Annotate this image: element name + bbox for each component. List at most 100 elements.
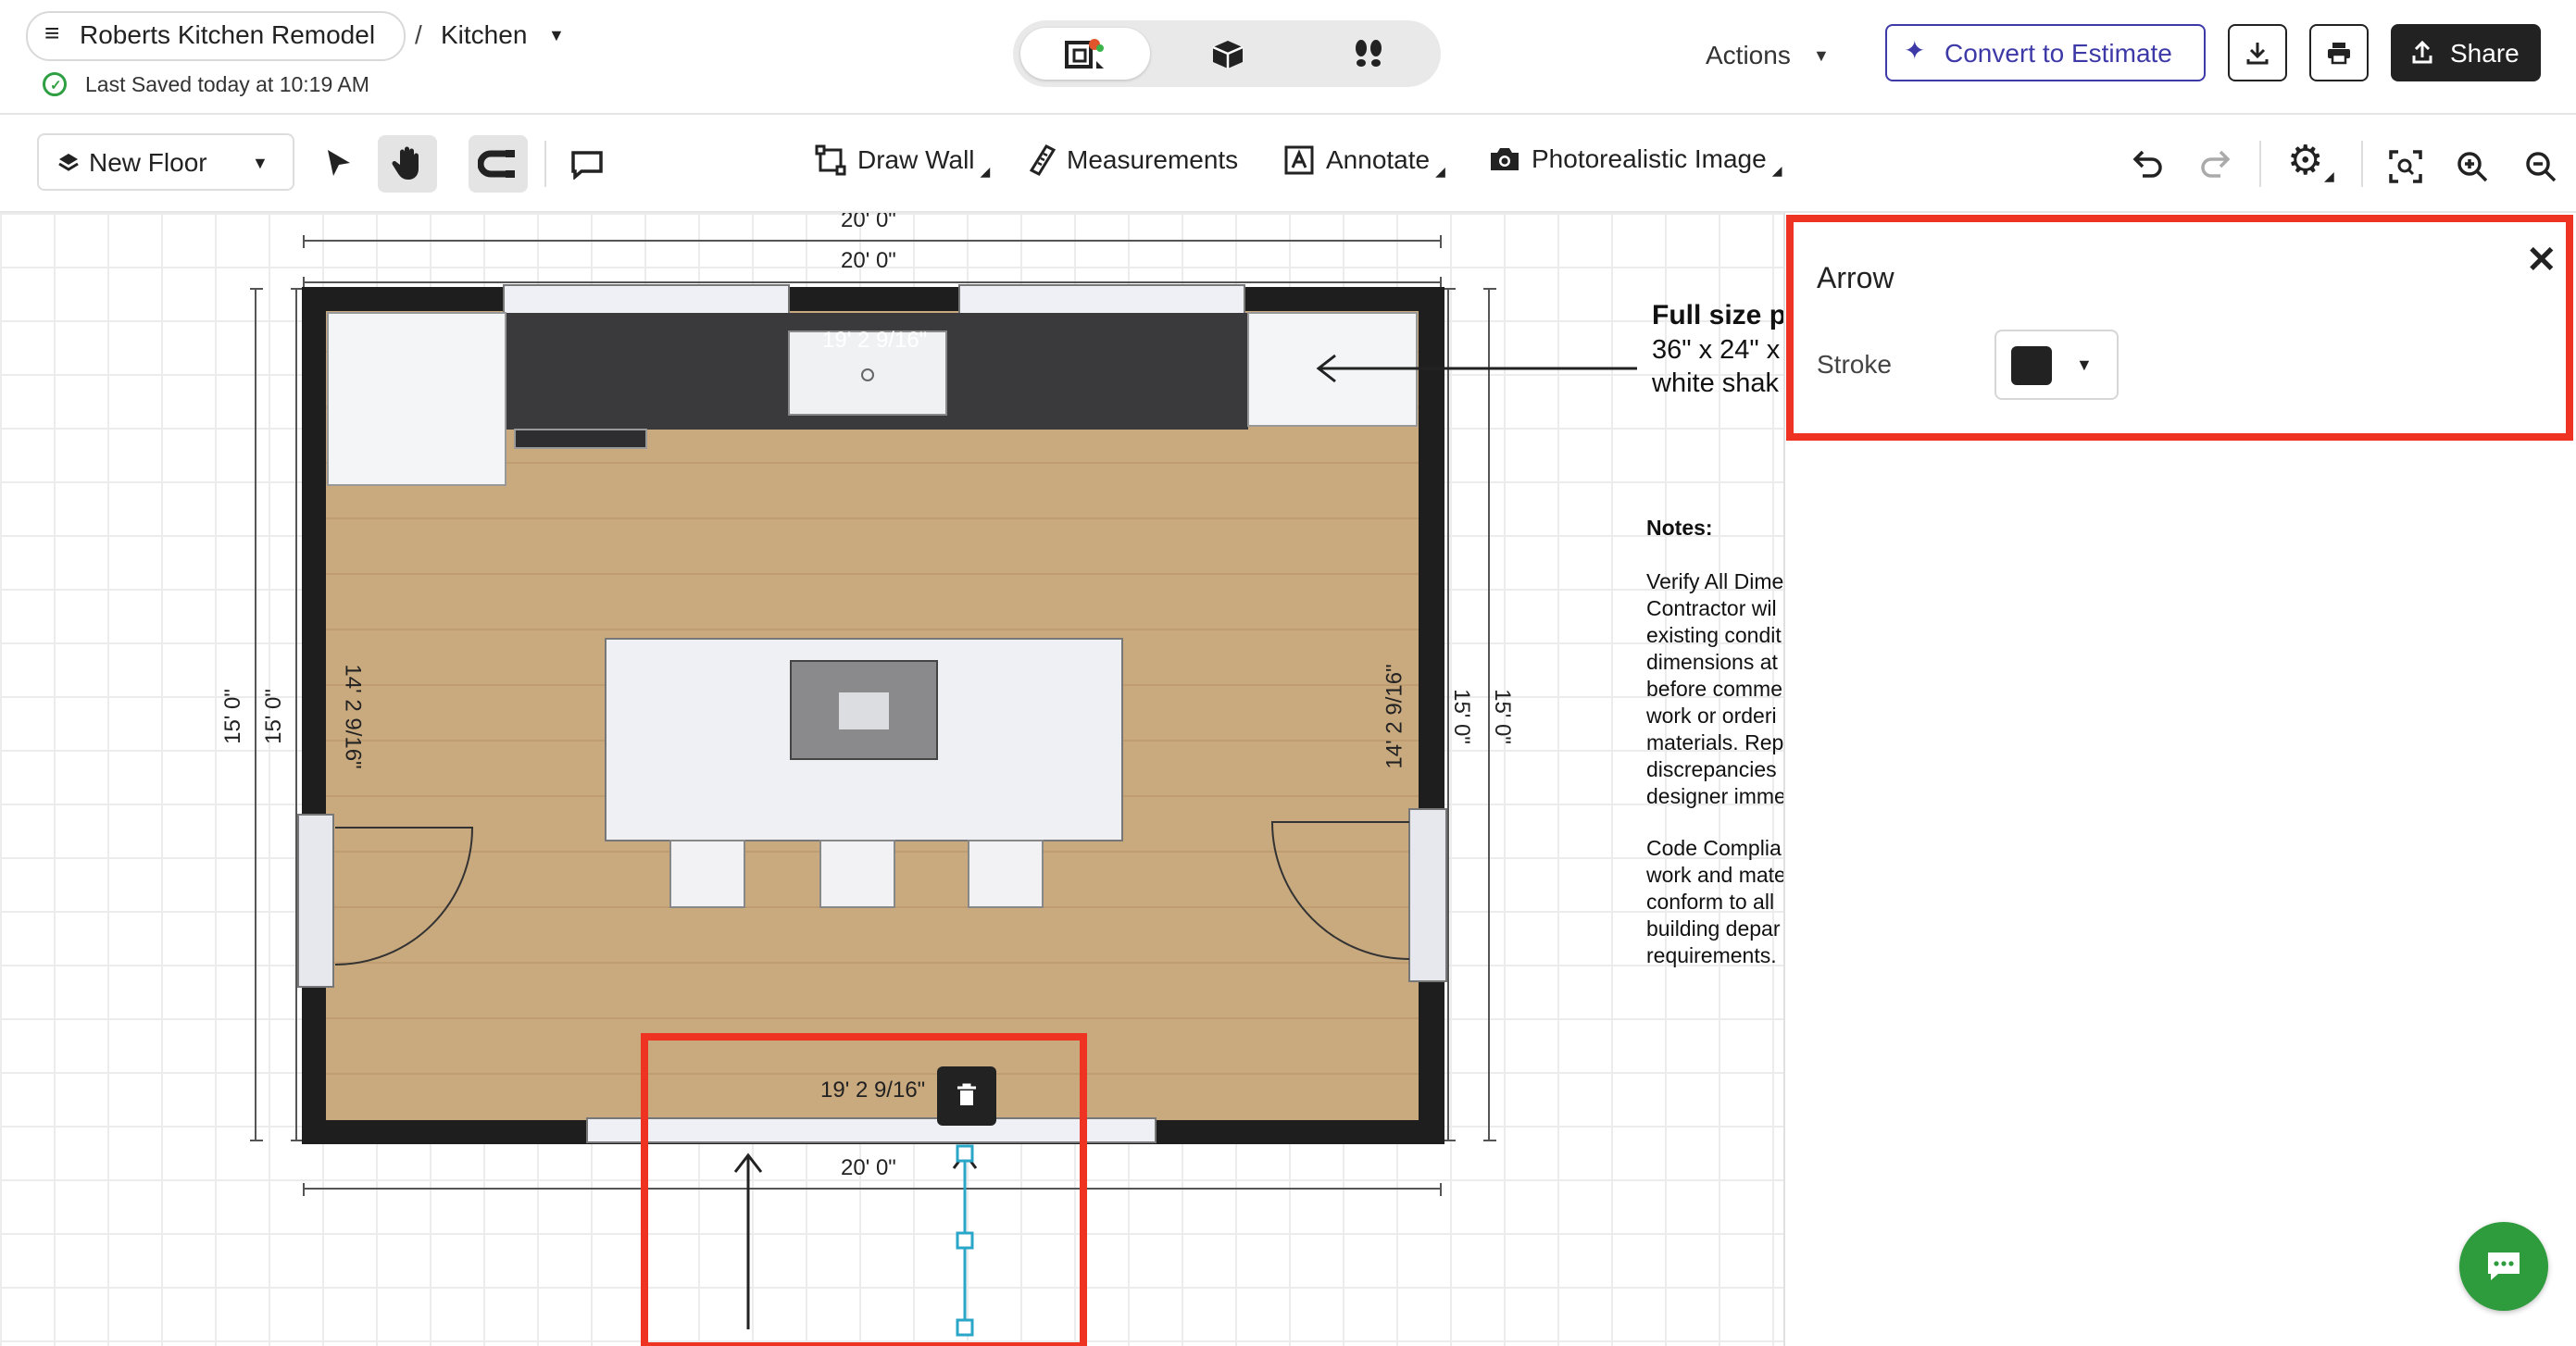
stool-2 — [819, 840, 895, 908]
settings-gear-icon[interactable]: ⚙ — [2287, 137, 2323, 184]
share-label: Share — [2450, 39, 2520, 68]
draw-wall-tool[interactable]: Draw Wall ◢ — [815, 144, 990, 179]
panel-title: Arrow — [1817, 261, 1894, 294]
ruler-icon — [1030, 144, 1056, 176]
door-left — [297, 814, 334, 988]
floor-plan-canvas[interactable]: 20' 0" 20' 0" 19' 2 9/16" 19' 2 9/16" 20… — [0, 213, 1783, 1346]
arrow-bottom-left — [733, 1153, 763, 1329]
walkthrough-footsteps-icon[interactable] — [1352, 39, 1385, 70]
dim-left-inner: 15' 0" — [260, 689, 286, 744]
stroke-dropdown-chevron-icon[interactable]: ▼ — [2076, 355, 2093, 375]
stool-3 — [968, 840, 1044, 908]
room-name[interactable]: Kitchen — [441, 20, 527, 50]
annotate-label: Annotate — [1326, 145, 1431, 174]
dim-right-inner: 15' 0" — [1448, 689, 1474, 744]
notes-line: work or orderi — [1646, 704, 1777, 728]
floor-select-label: New Floor — [89, 148, 207, 177]
dim-left-wall: 14' 2 9/16" — [340, 664, 366, 769]
saved-status: Last Saved today at 10:19 AM — [85, 72, 369, 96]
notes-line: dimensions at — [1646, 650, 1778, 674]
window-top-right — [958, 284, 1245, 316]
dim-top-inner: 20' 0" — [841, 248, 896, 273]
photorealistic-more-icon: ◢ — [1771, 162, 1782, 178]
notes-line: Verify All Dime — [1646, 569, 1783, 593]
properties-panel: Arrow ✕ Stroke ▼ — [1783, 213, 2576, 1346]
notes-line: existing condit — [1646, 623, 1782, 647]
notes-line: designer imme — [1646, 784, 1783, 808]
dim-bottom-selected: 19' 2 9/16" — [820, 1078, 926, 1103]
print-button[interactable] — [2309, 24, 2369, 81]
annotation-line-2[interactable]: white shak — [1652, 370, 1779, 397]
notes-line: before comme — [1646, 677, 1783, 701]
annotate-icon — [1284, 145, 1314, 175]
convert-label: Convert to Estimate — [1945, 39, 2172, 68]
floorplan-2d-icon — [1065, 39, 1104, 69]
notes-line: work and mate — [1646, 863, 1783, 887]
dishwasher — [514, 429, 647, 449]
breadcrumb-separator: / — [415, 20, 422, 49]
pan-hand-icon — [392, 146, 419, 180]
arrow-handle-start — [956, 1144, 974, 1163]
floor-chevron-icon: ▼ — [252, 154, 269, 172]
top-header: ≡ Roberts Kitchen Remodel / Kitchen ▼ ✓ … — [0, 0, 2576, 115]
toolbar-divider — [2259, 141, 2261, 187]
annotate-tool[interactable]: Annotate ◢ — [1283, 144, 1445, 179]
stroke-label: Stroke — [1817, 350, 1892, 379]
photorealistic-image-tool[interactable]: Photorealistic Image ◢ — [1489, 144, 1782, 178]
dim-counter: 19' 2 9/16" — [822, 328, 928, 353]
layers-icon — [58, 154, 79, 171]
notes-line: Code Complia — [1646, 836, 1782, 860]
island-sink-basin — [839, 692, 889, 729]
zoom-out-icon[interactable] — [2524, 150, 2557, 183]
annotation-title[interactable]: Full size p — [1652, 302, 1783, 330]
notes-line: Contractor wil — [1646, 596, 1777, 620]
comment-icon[interactable] — [570, 150, 604, 180]
measurements-label: Measurements — [1067, 145, 1239, 174]
saved-check-icon: ✓ — [43, 72, 67, 96]
camera-icon — [1491, 148, 1519, 170]
draw-wall-more-icon: ◢ — [980, 163, 991, 179]
cabinet-left — [327, 312, 506, 486]
dim-right-wall: 14' 2 9/16" — [1382, 664, 1407, 769]
project-name[interactable]: Roberts Kitchen Remodel — [80, 20, 375, 50]
dim-top-outer: 20' 0" — [841, 213, 896, 232]
window-bottom — [586, 1117, 1157, 1143]
window-top-left — [503, 284, 790, 316]
notes-line: requirements. — [1646, 943, 1777, 967]
fit-to-screen-icon[interactable] — [2389, 150, 2422, 183]
notes-line: materials. Rep — [1646, 730, 1783, 754]
notes-heading[interactable]: Notes: — [1646, 515, 1713, 542]
annotation-line-1[interactable]: 36" x 24" x — [1652, 337, 1780, 364]
photorealistic-label: Photorealistic Image — [1532, 144, 1767, 173]
redo-icon[interactable] — [2200, 150, 2232, 178]
chat-bubble-icon — [2488, 1253, 2520, 1280]
panel-highlight-box — [1786, 215, 2573, 441]
download-icon — [2246, 43, 2269, 65]
dim-right-outer: 15' 0" — [1489, 689, 1515, 744]
hamburger-icon[interactable]: ≡ — [44, 19, 59, 48]
actions-chevron-icon[interactable]: ▼ — [1813, 46, 1830, 66]
toolbar-divider — [2361, 141, 2363, 187]
stroke-color-swatch — [2011, 346, 2052, 385]
zoom-in-icon[interactable] — [2456, 150, 2489, 183]
actions-menu[interactable]: Actions — [1706, 41, 1791, 70]
close-icon[interactable]: ✕ — [2526, 239, 2557, 281]
toolbar-divider — [544, 141, 546, 187]
download-button[interactable] — [2228, 24, 2287, 81]
undo-icon[interactable] — [2132, 150, 2163, 178]
snap-magnet-icon — [478, 150, 515, 178]
room-dropdown-chevron-icon[interactable]: ▼ — [548, 26, 565, 45]
notes-line: discrepancies — [1646, 757, 1777, 781]
door-right — [1408, 808, 1447, 982]
3d-box-icon[interactable] — [1211, 39, 1244, 70]
arrow-handle-mid — [956, 1231, 974, 1250]
stool-1 — [669, 840, 745, 908]
select-pointer-icon[interactable] — [324, 148, 354, 180]
trash-icon[interactable] — [956, 1083, 978, 1107]
settings-more-icon[interactable]: ◢ — [2324, 168, 2334, 184]
notes-line: building depar — [1646, 916, 1781, 941]
dim-left-outer: 15' 0" — [219, 689, 245, 744]
draw-wall-icon — [815, 144, 846, 176]
share-upload-icon — [2412, 41, 2432, 64]
measurements-tool[interactable]: Measurements — [1030, 144, 1238, 176]
